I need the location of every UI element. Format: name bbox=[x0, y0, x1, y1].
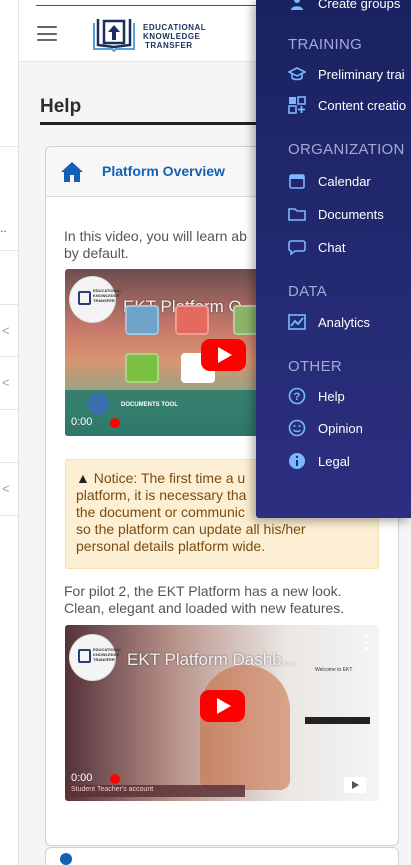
video-time: 0:00 bbox=[71, 772, 93, 784]
pilot-text: For pilot 2, the EKT Platform has a new … bbox=[64, 583, 394, 617]
navigation-drawer: Create groups TRAINING Preliminary trai … bbox=[256, 0, 411, 518]
video-time: 0:00 bbox=[71, 416, 93, 428]
video-caption: DOCUMENTS TOOL bbox=[121, 402, 178, 408]
drawer-item-label: Calendar bbox=[318, 173, 371, 189]
channel-logo-text: EDUCATIONAL KNOWLEDGE TRANSFER bbox=[93, 288, 122, 303]
scrubber-handle[interactable] bbox=[110, 774, 120, 784]
drawer-item-analytics[interactable]: Analytics bbox=[288, 312, 370, 332]
logo-line: KNOWLEDGE bbox=[143, 32, 201, 41]
smiley-icon bbox=[288, 419, 306, 437]
logo-wordmark: EDUCATIONAL KNOWLEDGE TRANSFER bbox=[143, 23, 206, 50]
divider bbox=[0, 304, 19, 305]
page-title: Help bbox=[40, 96, 82, 117]
warning-icon: ▲ bbox=[76, 470, 90, 486]
play-button[interactable] bbox=[201, 339, 246, 371]
chat-icon bbox=[288, 238, 306, 256]
video-caption: Student Teacher's account bbox=[71, 786, 154, 793]
divider bbox=[0, 515, 19, 516]
divider bbox=[0, 409, 19, 410]
drawer-section-organization: ORGANIZATION bbox=[288, 141, 405, 158]
login-button-preview bbox=[305, 717, 370, 724]
drawer-item-label: Analytics bbox=[318, 314, 371, 330]
play-button[interactable] bbox=[200, 690, 245, 722]
truncation-dots: .. bbox=[0, 221, 7, 235]
drawer-item-label: Legal bbox=[318, 453, 350, 469]
video-player-dashboard[interactable]: EDUCATIONAL KNOWLEDGE TRANSFER EKT Platfor… bbox=[65, 625, 379, 801]
groups-icon bbox=[288, 0, 306, 12]
drawer-item-label: Opinion bbox=[318, 420, 363, 436]
drawer-section-data: DATA bbox=[288, 283, 327, 300]
card-title: Platform Overview bbox=[102, 163, 225, 179]
drawer-item-label: Chat bbox=[318, 239, 346, 255]
next-card-peek[interactable] bbox=[45, 847, 399, 865]
drawer-item-chat[interactable]: Chat bbox=[288, 237, 345, 257]
pilot-line: For pilot 2, the EKT Platform has a new … bbox=[64, 583, 342, 599]
drawer-item-calendar[interactable]: Calendar bbox=[288, 171, 371, 191]
drawer-section-training: TRAINING bbox=[288, 36, 363, 53]
divider bbox=[0, 462, 19, 463]
logo-line: EDUCATIONAL bbox=[143, 23, 207, 32]
card-icon bbox=[60, 853, 72, 865]
share-icon[interactable]: < bbox=[2, 482, 10, 495]
background-page-strip: .. < < < bbox=[0, 0, 19, 865]
analytics-icon bbox=[288, 313, 306, 331]
share-icon[interactable]: < bbox=[2, 376, 10, 389]
ekt-logo[interactable]: EDUCATIONAL KNOWLEDGE TRANSFER bbox=[92, 15, 227, 53]
presenter-figure bbox=[200, 665, 290, 790]
drawer-section-other: OTHER bbox=[288, 358, 342, 375]
app-root: .. < < < EDUCATIONAL KNOWLEDGE TRANSFER … bbox=[0, 0, 411, 865]
welcome-text: Welcome to EKT bbox=[315, 667, 353, 673]
calendar-icon bbox=[288, 172, 306, 190]
drawer-item-create-groups[interactable]: Create groups bbox=[288, 0, 400, 13]
menu-icon[interactable] bbox=[37, 26, 57, 41]
help-icon: ? bbox=[288, 387, 306, 405]
documents-tool-icon bbox=[87, 393, 109, 415]
graduation-cap-icon bbox=[288, 65, 306, 83]
logo-line: TRANSFER bbox=[145, 41, 193, 50]
thumbnail-tile bbox=[125, 353, 159, 383]
drawer-item-documents[interactable]: Documents bbox=[288, 204, 384, 224]
drawer-item-legal[interactable]: Legal bbox=[288, 451, 350, 471]
content-creation-icon bbox=[288, 96, 306, 114]
drawer-item-label: Help bbox=[318, 388, 345, 404]
youtube-icon[interactable] bbox=[344, 777, 366, 793]
drawer-item-label: Preliminary trai bbox=[318, 66, 405, 82]
drawer-item-help[interactable]: ? Help bbox=[288, 386, 345, 406]
channel-logo-text: EDUCATIONAL KNOWLEDGE TRANSFER bbox=[93, 647, 122, 662]
more-options-icon[interactable] bbox=[365, 635, 369, 653]
share-icon[interactable]: < bbox=[2, 324, 10, 337]
thumbnail-tile bbox=[125, 305, 159, 335]
drawer-item-content-creation[interactable]: Content creatio bbox=[288, 95, 406, 115]
drawer-item-label: Content creatio bbox=[318, 97, 407, 113]
pilot-line: Clean, elegant and loaded with new featu… bbox=[64, 600, 345, 616]
drawer-item-label: Documents bbox=[318, 206, 384, 222]
folder-icon bbox=[288, 205, 306, 223]
notice-line: Notice: The first time a u bbox=[93, 470, 246, 486]
drawer-item-label: Create groups bbox=[318, 0, 401, 11]
divider bbox=[0, 146, 19, 147]
info-icon bbox=[288, 452, 306, 470]
drawer-item-preliminary-training[interactable]: Preliminary trai bbox=[288, 64, 405, 84]
scrubber-handle[interactable] bbox=[110, 418, 120, 428]
notice-line: personal details platform wide. bbox=[76, 538, 266, 554]
home-icon bbox=[61, 162, 83, 182]
notice-line: so the platform can update all his/her bbox=[76, 521, 306, 537]
video-title[interactable]: EKT Platform Dashb... bbox=[127, 650, 296, 670]
logo-book-icon bbox=[93, 19, 135, 53]
divider bbox=[0, 250, 19, 251]
drawer-item-opinion[interactable]: Opinion bbox=[288, 418, 363, 438]
svg-text:?: ? bbox=[294, 391, 301, 403]
divider bbox=[0, 356, 19, 357]
title-underline bbox=[40, 122, 280, 125]
thumbnail-tile bbox=[175, 305, 209, 335]
